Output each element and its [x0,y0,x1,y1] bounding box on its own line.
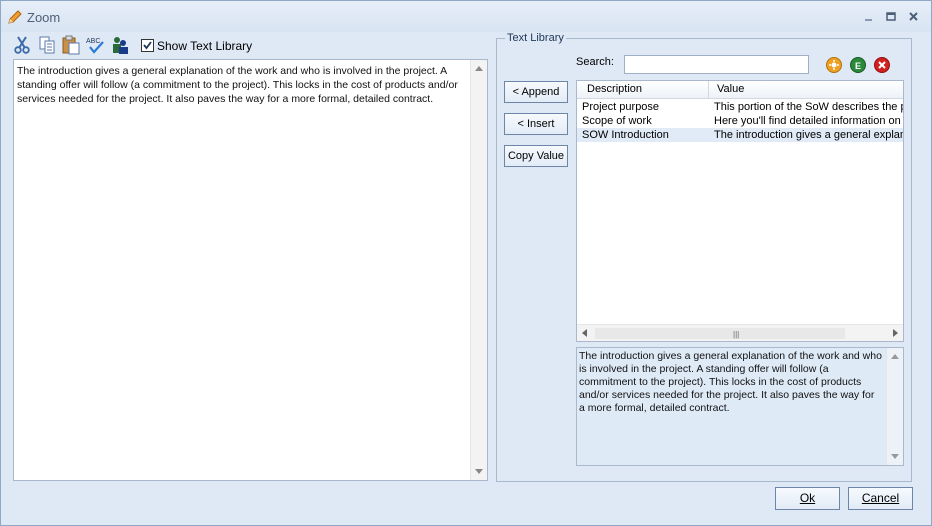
new-entry-icon[interactable] [826,57,842,73]
grip-icon: ||| [733,330,740,339]
text-library-title: Text Library [505,32,566,44]
editor-vertical-scrollbar[interactable] [470,60,487,480]
scroll-left-arrow-icon[interactable] [582,329,587,337]
users-icon[interactable] [110,35,130,55]
zoom-dialog: Zoom ABC Show Text Library The introduct… [0,0,932,526]
window-title: Zoom [27,10,61,25]
table-row-selected[interactable]: SOW Introduction The introduction gives … [577,128,903,142]
edit-entry-icon[interactable]: E [850,57,866,73]
svg-text:ABC: ABC [86,38,100,45]
grid-horizontal-scrollbar[interactable]: ||| [577,324,903,341]
row-value: Here you'll find detailed information on… [714,115,904,127]
scroll-up-arrow-icon[interactable] [891,354,899,359]
ok-button[interactable]: Ok [775,487,840,510]
scroll-down-arrow-icon[interactable] [475,469,483,474]
copy-value-button[interactable]: Copy Value [504,145,568,167]
title-bar: Zoom [1,1,931,32]
editor-content[interactable]: The introduction gives a general explana… [17,64,471,106]
preview-text: The introduction gives a general explana… [579,350,882,414]
scroll-down-arrow-icon[interactable] [891,454,899,459]
library-grid: Description Value Project purpose This p… [576,80,904,342]
cancel-button[interactable]: Cancel [848,487,913,510]
row-description: SOW Introduction [582,129,669,141]
show-text-library-label: Show Text Library [157,39,253,53]
search-label: Search: [576,56,614,68]
checkbox-box[interactable] [141,39,154,52]
grid-header: Description Value [577,81,903,99]
maximize-button[interactable] [881,7,901,27]
preview-panel: The introduction gives a general explana… [576,347,904,466]
preview-vertical-scrollbar[interactable] [886,348,903,465]
row-value: The introduction gives a general explana [714,129,904,141]
delete-entry-icon[interactable] [874,57,890,73]
append-button[interactable]: < Append [504,81,568,103]
insert-button[interactable]: < Insert [504,113,568,135]
text-editor[interactable]: The introduction gives a general explana… [13,59,488,481]
minimize-button[interactable] [859,7,879,27]
paste-icon[interactable] [61,35,81,55]
column-header-value[interactable]: Value [717,83,744,95]
scroll-up-arrow-icon[interactable] [475,66,483,71]
close-button[interactable] [904,7,924,27]
search-input[interactable] [624,55,809,74]
ok-label: Ok [799,491,816,505]
table-row[interactable]: Project purpose This portion of the SoW … [577,100,903,114]
cancel-label: Cancel [861,491,900,505]
scissors-icon[interactable] [13,35,33,55]
row-description: Project purpose [582,101,660,113]
pencil-icon [7,9,23,25]
row-description: Scope of work [582,115,652,127]
row-value: This portion of the SoW describes the pu [714,101,904,113]
spellcheck-icon[interactable]: ABC [86,35,106,55]
scrollbar-thumb[interactable]: ||| [595,328,845,339]
column-separator[interactable] [708,81,709,99]
scroll-right-arrow-icon[interactable] [893,329,898,337]
table-row[interactable]: Scope of work Here you'll find detailed … [577,114,903,128]
column-header-description[interactable]: Description [587,83,642,95]
copy-icon[interactable] [38,35,58,55]
